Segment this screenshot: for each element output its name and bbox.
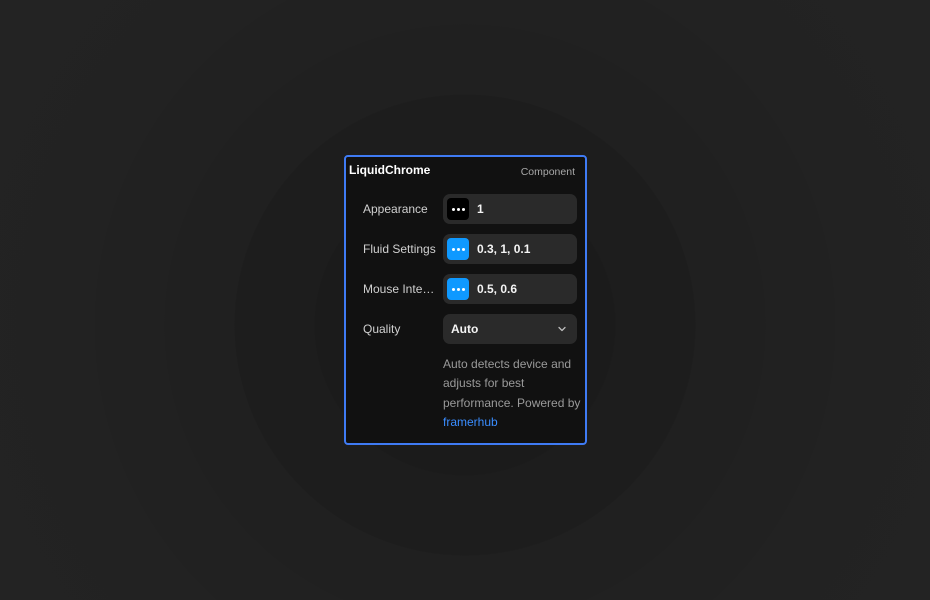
property-label: Mouse Interaction xyxy=(363,282,437,296)
component-title: LiquidChrome xyxy=(349,163,431,177)
appearance-field[interactable]: 1 xyxy=(443,194,577,224)
property-row-fluid-settings: Fluid Settings 0.3, 1, 0.1 xyxy=(346,234,585,264)
property-label: Appearance xyxy=(363,202,428,216)
property-label: Quality xyxy=(363,322,401,336)
property-row-quality: Quality Auto xyxy=(346,314,585,344)
ellipsis-icon[interactable] xyxy=(447,198,469,220)
fluid-settings-field[interactable]: 0.3, 1, 0.1 xyxy=(443,234,577,264)
mouse-interaction-field[interactable]: 0.5, 0.6 xyxy=(443,274,577,304)
property-value: 0.5, 0.6 xyxy=(477,282,518,296)
property-row-mouse-interaction: Mouse Interaction 0.5, 0.6 xyxy=(346,274,585,304)
framerhub-link[interactable]: framerhub xyxy=(443,415,498,429)
property-value: 0.3, 1, 0.1 xyxy=(477,242,531,256)
property-value: 1 xyxy=(477,202,484,216)
description-text: Auto detects device and adjusts for best… xyxy=(443,357,581,410)
property-label: Fluid Settings xyxy=(363,242,436,256)
quality-select[interactable]: Auto xyxy=(443,314,577,344)
component-kind-label: Component xyxy=(520,166,575,178)
component-properties-panel[interactable]: LiquidChrome Component Appearance 1 Flui… xyxy=(344,155,587,445)
component-description: Auto detects device and adjusts for best… xyxy=(443,355,583,432)
ellipsis-icon[interactable] xyxy=(447,278,469,300)
property-row-appearance: Appearance 1 xyxy=(346,194,585,224)
select-value: Auto xyxy=(451,322,479,336)
chevron-down-icon xyxy=(558,326,566,332)
ellipsis-icon[interactable] xyxy=(447,238,469,260)
